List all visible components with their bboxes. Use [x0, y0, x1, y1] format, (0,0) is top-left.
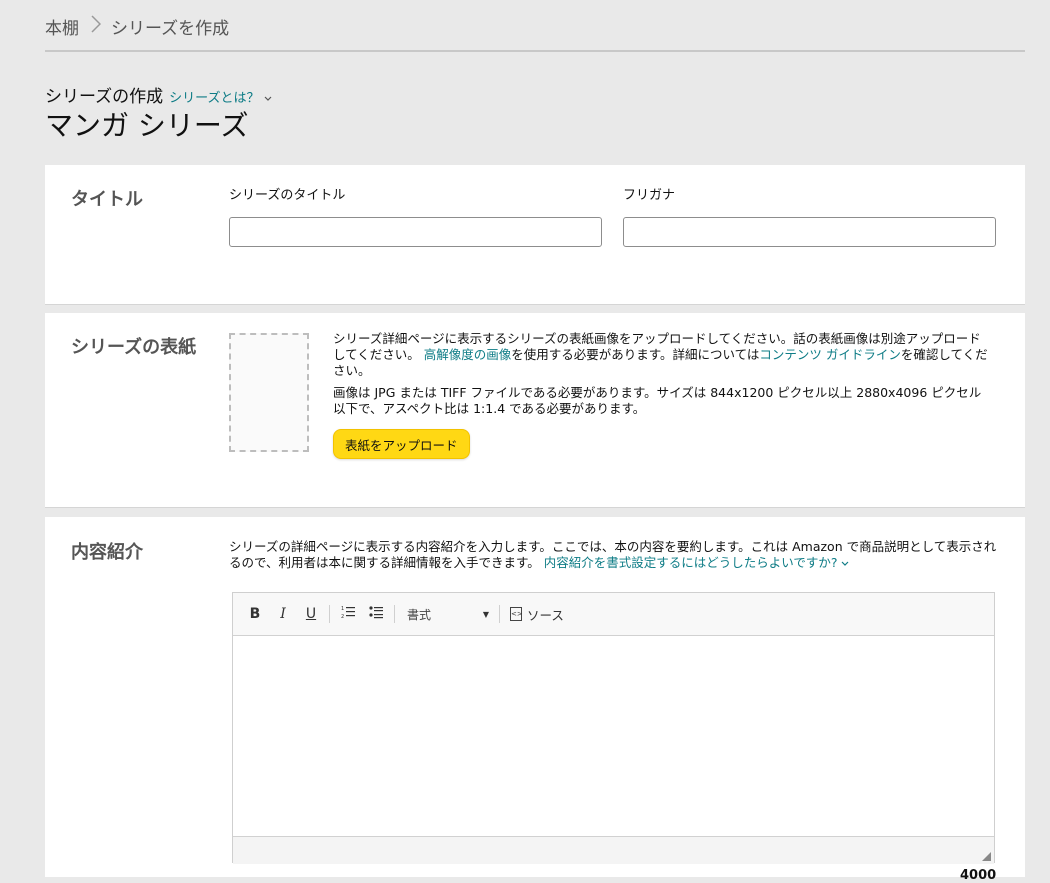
high-res-image-link[interactable]: 高解像度の画像 — [424, 347, 512, 362]
furigana-input[interactable] — [623, 217, 996, 247]
upload-cover-button[interactable]: 表紙をアップロード — [333, 429, 470, 459]
breadcrumb-root-link[interactable]: 本棚 — [45, 14, 79, 39]
format-dropdown-label: 書式 — [407, 607, 432, 622]
chevron-right-icon — [91, 15, 102, 38]
description-editor-area[interactable] — [233, 636, 994, 836]
editor-statusbar — [233, 836, 994, 864]
title-section-heading: タイトル — [71, 189, 143, 210]
character-counter: 4000 — [960, 868, 997, 883]
caret-down-icon: ▼ — [482, 609, 489, 619]
toolbar-divider — [329, 605, 330, 623]
editor-toolbar: B I U 1 2 書式 ▼ <> ソース — [233, 593, 994, 636]
description-panel: 内容紹介 シリーズの詳細ページに表示する内容紹介を入力します。ここでは、本の内容… — [45, 517, 1025, 877]
rich-text-editor: B I U 1 2 書式 ▼ <> ソース — [232, 592, 995, 864]
chevron-down-icon[interactable] — [264, 94, 272, 105]
bold-button[interactable]: B — [241, 606, 269, 622]
toolbar-divider — [499, 605, 500, 623]
title-panel: タイトル シリーズのタイトル フリガナ — [45, 165, 1025, 305]
series-title-input[interactable] — [229, 217, 602, 247]
cover-image-dropzone[interactable] — [229, 333, 309, 452]
svg-text:1: 1 — [341, 606, 344, 612]
breadcrumb-current: シリーズを作成 — [111, 19, 230, 39]
description-instructions: シリーズの詳細ページに表示する内容紹介を入力します。ここでは、本の内容を要約しま… — [229, 539, 999, 571]
italic-button[interactable]: I — [269, 606, 297, 622]
chevron-down-icon[interactable] — [841, 555, 849, 570]
description-section-heading: 内容紹介 — [71, 542, 143, 563]
page-title: マンガ シリーズ — [45, 109, 249, 142]
cover-panel: シリーズの表紙 シリーズ詳細ページに表示するシリーズの表紙画像をアップロードして… — [45, 313, 1025, 508]
series-title-label: シリーズのタイトル — [229, 188, 346, 203]
cover-instructions: シリーズ詳細ページに表示するシリーズの表紙画像をアップロードしてください。話の表… — [333, 331, 993, 423]
source-code-icon: <> — [510, 607, 523, 621]
bulleted-list-icon[interactable] — [362, 605, 390, 623]
numbered-list-icon[interactable]: 1 2 — [334, 605, 362, 623]
cover-section-heading: シリーズの表紙 — [71, 337, 197, 358]
resize-handle-icon[interactable] — [982, 852, 991, 861]
description-format-help-link[interactable]: 内容紹介を書式設定するにはどうしたらよいですか? — [544, 555, 838, 570]
content-guidelines-link[interactable]: コンテンツ ガイドライン — [759, 347, 900, 362]
toolbar-divider — [394, 605, 395, 623]
svg-text:2: 2 — [341, 614, 344, 619]
source-button[interactable]: <> ソース — [504, 605, 564, 624]
cover-requirements-text: 画像は JPG または TIFF ファイルである必要があります。サイズは 844… — [333, 385, 982, 416]
underline-button[interactable]: U — [297, 606, 325, 622]
format-dropdown[interactable]: 書式 ▼ — [399, 606, 495, 623]
furigana-label: フリガナ — [623, 188, 676, 203]
cover-text-2: を使用する必要があります。詳細については — [511, 347, 760, 362]
breadcrumb: 本棚 シリーズを作成 — [45, 14, 229, 39]
source-button-label: ソース — [527, 607, 564, 623]
breadcrumb-divider — [45, 50, 1025, 52]
